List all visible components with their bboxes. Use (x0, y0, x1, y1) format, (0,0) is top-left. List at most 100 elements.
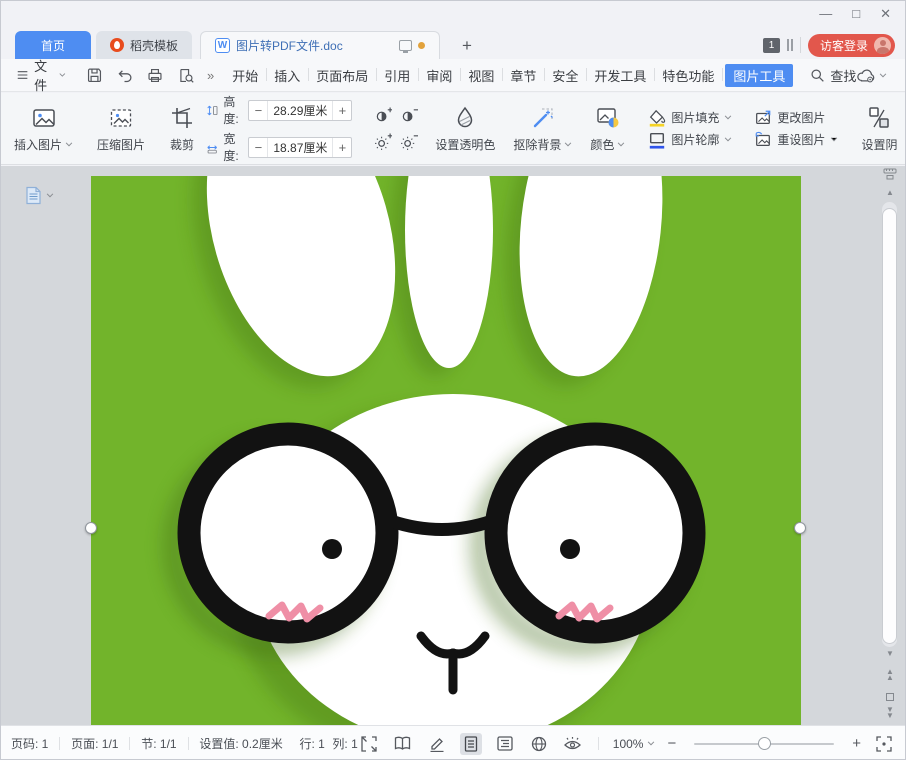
set-shadow-label: 设置阴 (861, 136, 897, 153)
select-browse-object-button[interactable] (886, 693, 894, 701)
image-resize-handle-right[interactable] (794, 522, 806, 534)
read-view-button[interactable] (392, 733, 414, 755)
find-label: 查找 (830, 66, 856, 85)
menu-tab-review[interactable]: 审阅 (418, 64, 460, 87)
web-view-button[interactable] (528, 733, 550, 755)
page-view-button[interactable] (460, 733, 482, 755)
set-transparent-color-button[interactable]: 设置透明色 (426, 96, 504, 161)
height-input[interactable] (268, 101, 332, 120)
menu-tab-picture-tools[interactable]: 图片工具 (725, 64, 793, 87)
save-button save-icon[interactable] (86, 67, 103, 84)
minimize-button[interactable]: — (819, 6, 832, 22)
window-count-badge[interactable]: 1 (763, 38, 780, 53)
vertical-scrollbar[interactable]: ▲ ▼ ▲▲ ▼▼ (879, 166, 901, 725)
decrease-brightness-button[interactable] (397, 130, 421, 154)
outline-icon (497, 736, 513, 751)
picture-fill-label: 图片填充 (671, 109, 719, 126)
decrease-contrast-button[interactable] (397, 104, 421, 128)
scroll-up-button[interactable]: ▲ (879, 188, 901, 198)
image-resize-handle-left[interactable] (85, 522, 97, 534)
picture-outline-label: 图片轮廓 (671, 131, 719, 148)
scroll-down-button[interactable]: ▼ (879, 649, 901, 659)
tab-docer-templates[interactable]: 稻壳模板 (96, 31, 192, 59)
increase-contrast-button[interactable] (371, 104, 395, 128)
fullscreen-view-button[interactable] (358, 733, 380, 755)
guest-login-button[interactable]: 访客登录 (808, 34, 895, 57)
set-shadow-icon (866, 105, 892, 131)
reset-picture-icon (754, 131, 772, 149)
status-page-number[interactable]: 页码: 1 (11, 735, 48, 752)
crop-button[interactable]: 裁剪 (160, 96, 204, 161)
height-decrease-button[interactable]: − (249, 101, 268, 120)
status-pages[interactable]: 页面: 1/1 (71, 735, 118, 752)
eye-protection-button[interactable] (562, 733, 584, 755)
zoom-slider-thumb[interactable] (758, 737, 771, 750)
quickbar-more-button[interactable]: » (207, 68, 214, 83)
reset-picture-button[interactable]: 重设图片 (754, 131, 838, 149)
zoom-out-button[interactable]: − (667, 735, 676, 752)
tab-document[interactable]: W 图片转PDF文件.doc (200, 31, 440, 59)
set-shadow-button[interactable]: 设置阴 (852, 96, 906, 161)
tab-document-label: 图片转PDF文件.doc (236, 37, 393, 54)
insert-image-button[interactable]: 插入图片 (5, 96, 82, 161)
change-picture-button[interactable]: 更改图片 (754, 109, 838, 127)
outline-view-button[interactable] (494, 733, 516, 755)
menu-tab-start[interactable]: 开始 (224, 64, 266, 87)
fit-page-button[interactable] (873, 733, 895, 755)
ruler-toggle-button[interactable] (883, 168, 897, 180)
document-canvas[interactable]: ▲ ▼ ▲▲ ▼▼ (1, 166, 905, 725)
picture-outline-icon (648, 131, 666, 149)
page-options-button[interactable] (25, 186, 54, 205)
undo-button undo-icon[interactable] (116, 67, 133, 84)
tab-list-icon[interactable] (787, 39, 793, 51)
tab-home[interactable]: 首页 (15, 31, 91, 59)
menu-tab-dev-tools[interactable]: 开发工具 (586, 64, 654, 87)
write-mode-button[interactable] (426, 733, 448, 755)
rabbit-image[interactable] (91, 176, 801, 725)
width-input[interactable] (268, 138, 332, 157)
remove-background-button[interactable]: 抠除背景 (504, 96, 581, 161)
transparent-color-icon (452, 105, 478, 131)
wps-writer-window: — □ ✕ 首页 稻壳模板 W 图片转PDF文件.doc + 1 访客登录 (0, 0, 906, 760)
color-button[interactable]: 颜色 (581, 96, 634, 161)
file-menu-button[interactable]: 文件 (17, 56, 66, 94)
height-increase-button[interactable]: + (332, 101, 351, 120)
width-increase-button[interactable]: + (332, 138, 351, 157)
menu-tab-page-layout[interactable]: 页面布局 (308, 64, 376, 87)
status-setting-value[interactable]: 设置值: 0.2厘米 (199, 735, 282, 752)
magic-wand-icon (530, 105, 556, 131)
increase-brightness-button[interactable] (371, 130, 395, 154)
zoom-slider[interactable] (694, 743, 834, 745)
crop-icon (169, 105, 195, 131)
previous-page-button[interactable]: ▲▲ (879, 669, 901, 681)
zoom-level-button[interactable]: 100% (613, 737, 656, 751)
height-icon (206, 102, 218, 119)
menu-tab-special-features[interactable]: 特色功能 (654, 64, 722, 87)
find-button[interactable]: 查找 (810, 66, 856, 85)
compress-image-button[interactable]: 压缩图片 (88, 96, 154, 161)
fit-page-icon (876, 736, 892, 752)
close-button[interactable]: ✕ (880, 6, 891, 22)
zoom-in-button[interactable]: + (852, 735, 861, 752)
menu-tab-section[interactable]: 章节 (502, 64, 544, 87)
print-button printer-icon[interactable] (146, 67, 164, 84)
brightness-plus-icon (375, 133, 392, 150)
next-page-button[interactable]: ▼▼ (879, 707, 901, 719)
scroll-thumb[interactable] (882, 208, 897, 644)
menu-tab-security[interactable]: 安全 (544, 64, 586, 87)
print-preview-button preview-icon[interactable] (177, 67, 195, 84)
cloud-sync-button[interactable] (856, 67, 887, 83)
new-tab-button[interactable]: + (458, 33, 476, 59)
width-stepper: − + (248, 137, 352, 158)
maximize-button[interactable]: □ (852, 6, 860, 22)
menu-tab-references[interactable]: 引用 (376, 64, 418, 87)
tab-bar: 首页 稻壳模板 W 图片转PDF文件.doc + 1 访客登录 (1, 29, 905, 59)
tab-docer-label: 稻壳模板 (130, 37, 178, 54)
menu-tab-view[interactable]: 视图 (460, 64, 502, 87)
picture-outline-button[interactable]: 图片轮廓 (648, 131, 732, 149)
picture-fill-button[interactable]: 图片填充 (648, 109, 732, 127)
fullscreen-icon (361, 736, 377, 752)
width-decrease-button[interactable]: − (249, 138, 268, 157)
menu-tab-insert[interactable]: 插入 (266, 64, 308, 87)
status-section[interactable]: 节: 1/1 (141, 735, 176, 752)
